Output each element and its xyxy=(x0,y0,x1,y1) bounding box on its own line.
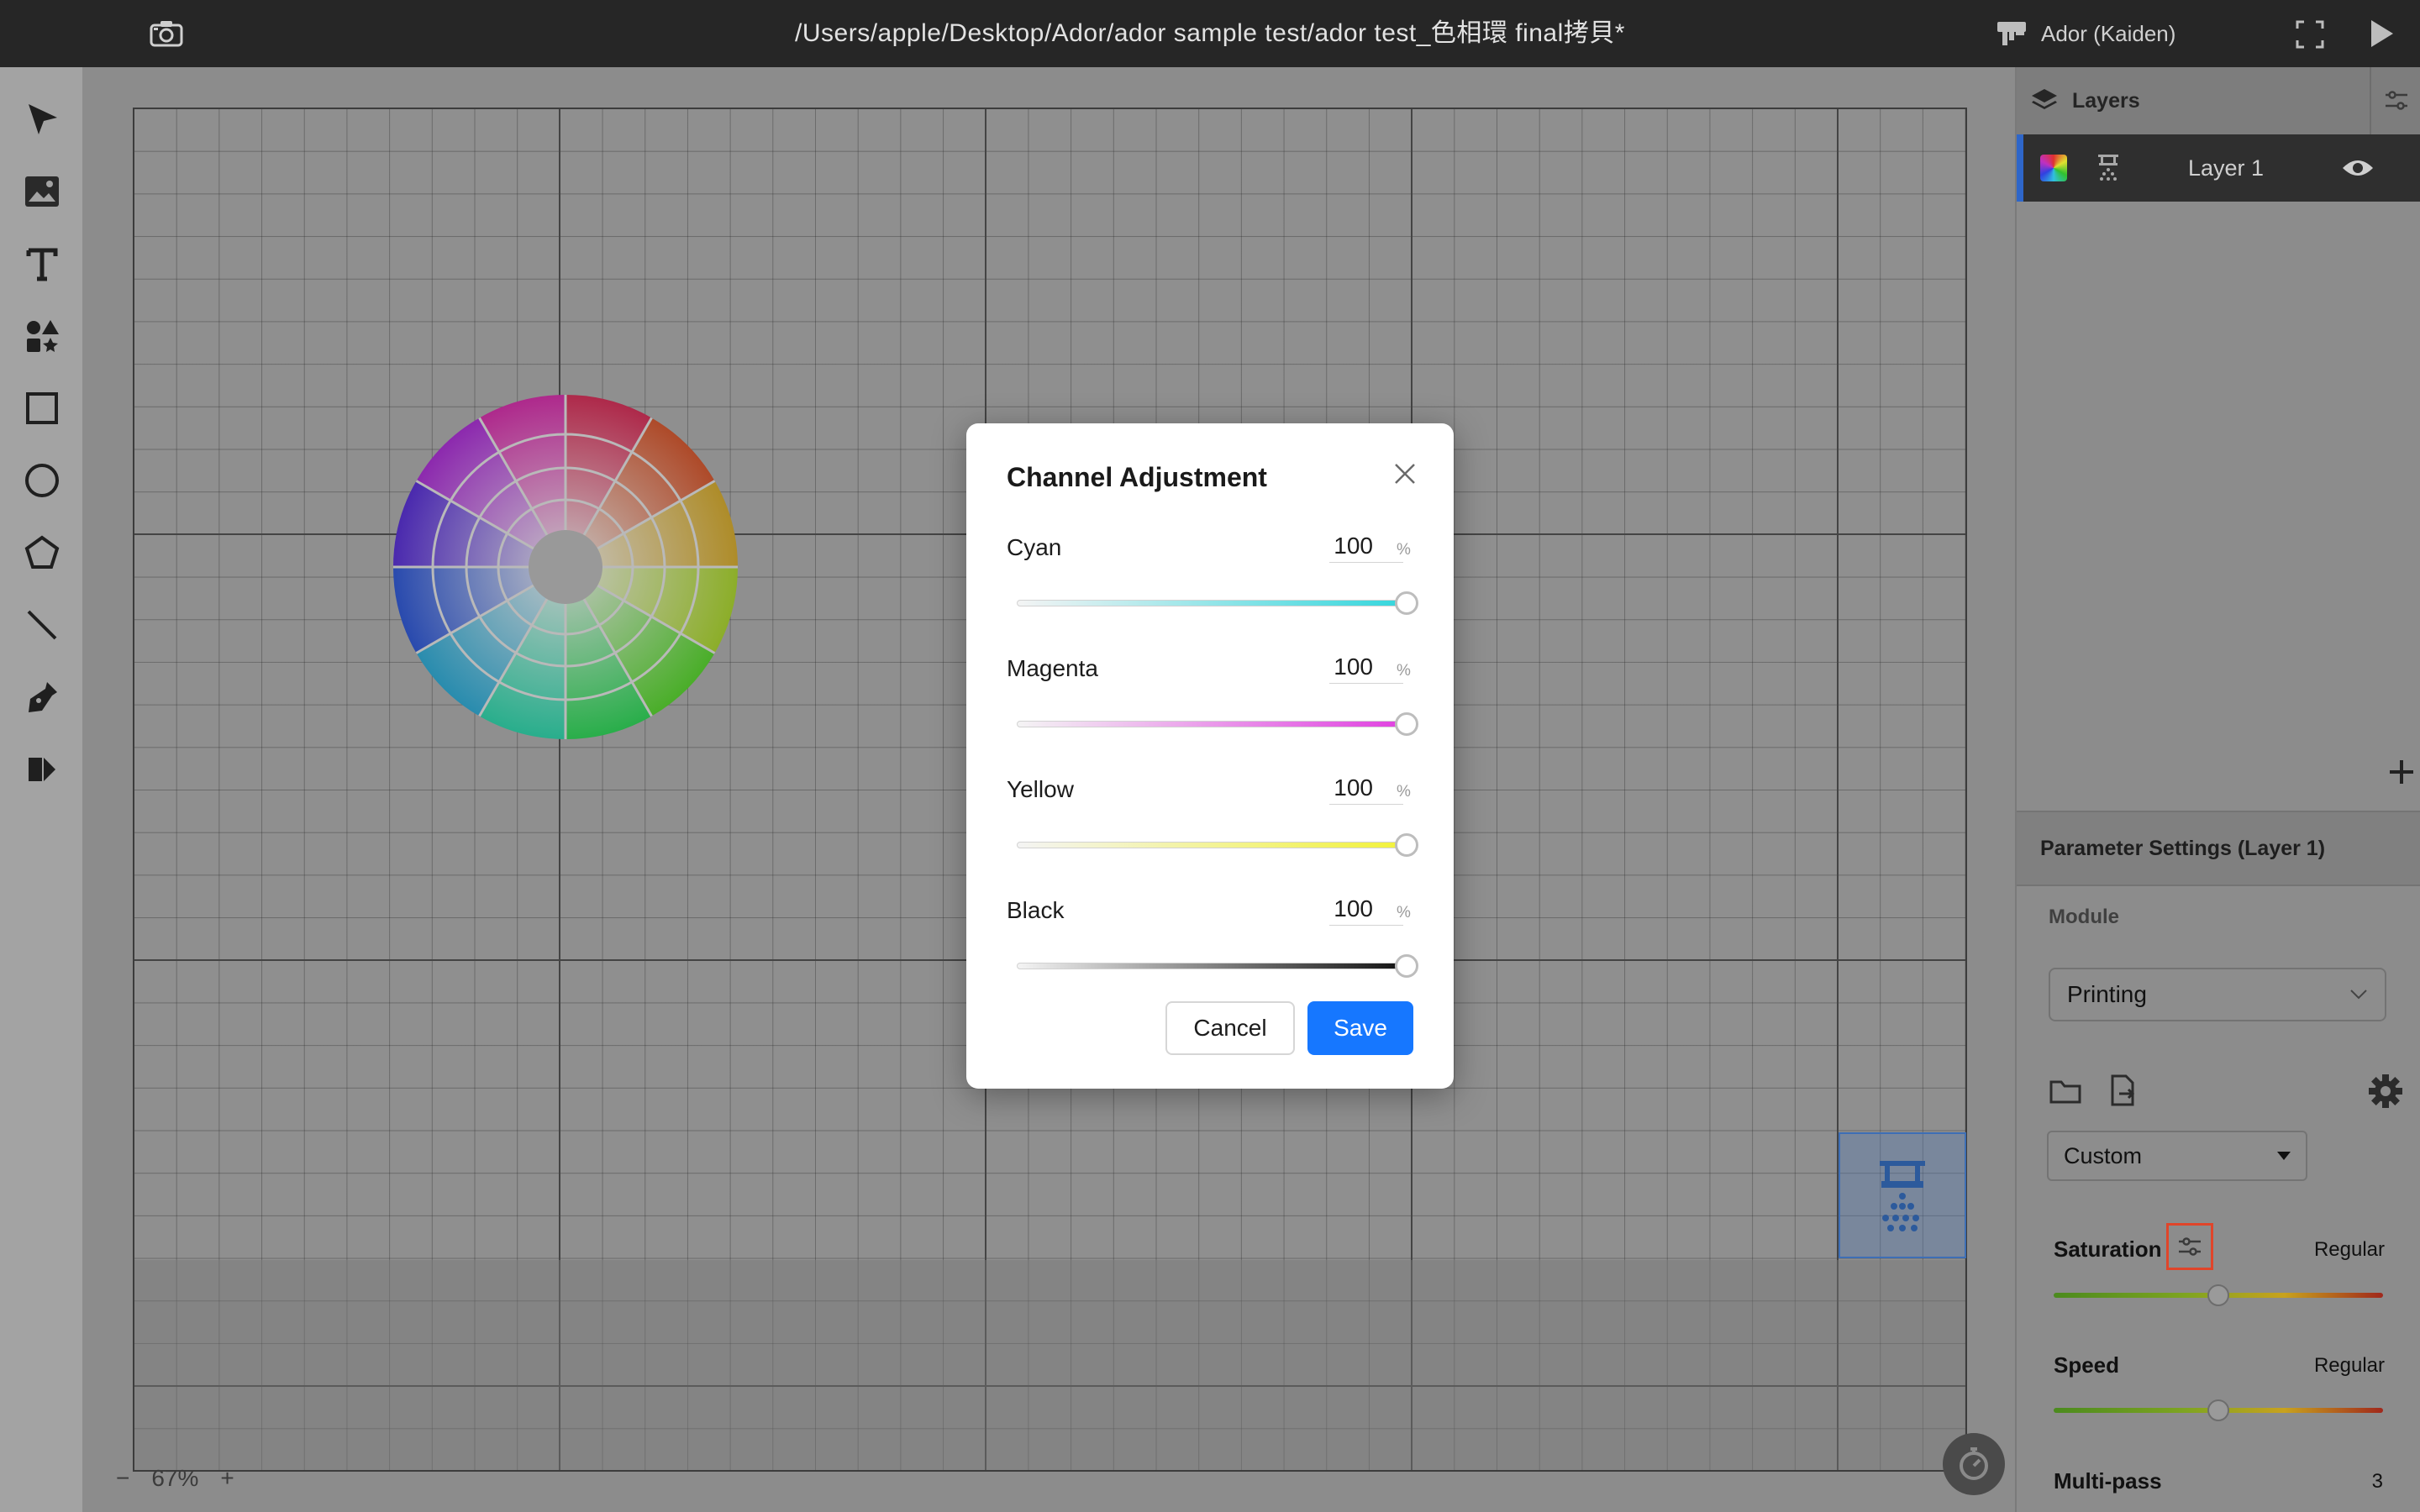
top-bar: /Users/apple/Desktop/Ador/ador sample te… xyxy=(0,0,2420,67)
speed-label: Speed xyxy=(2054,1352,2120,1378)
time-estimate-button[interactable] xyxy=(1943,1433,2005,1495)
chevron-down-icon xyxy=(2350,990,2367,1000)
dialog-title: Channel Adjustment xyxy=(1007,462,1267,492)
cyan-value-input[interactable]: 100 xyxy=(1329,529,1403,563)
layer-settings-icon[interactable] xyxy=(2370,67,2420,134)
layers-icon xyxy=(2032,89,2057,109)
module-label: Module xyxy=(2049,906,2119,928)
zoom-in-button[interactable]: + xyxy=(220,1465,234,1492)
stopwatch-icon xyxy=(1960,1447,1988,1480)
cyan-label: Cyan xyxy=(1007,534,1062,560)
left-toolbar xyxy=(0,67,82,1512)
magenta-value-input[interactable]: 100 xyxy=(1329,650,1403,684)
preset-select[interactable]: Custom xyxy=(2047,1131,2307,1181)
image-tool-icon[interactable] xyxy=(18,168,66,215)
speed-value: Regular xyxy=(2313,1354,2385,1377)
preset-select-value: Custom xyxy=(2064,1142,2143,1168)
text-tool-icon[interactable] xyxy=(18,240,66,287)
channel-adjustment-dialog: Channel Adjustment Cyan 100 % Magenta 10… xyxy=(966,423,1454,1089)
saturation-value: Regular xyxy=(2313,1238,2385,1261)
dmkt-tool-icon[interactable] xyxy=(18,746,66,793)
cyan-slider-thumb[interactable] xyxy=(1395,591,1418,615)
layers-header: Layers xyxy=(2017,67,2420,134)
zoom-level[interactable]: 67% xyxy=(151,1465,198,1492)
multipass-value[interactable]: 3 xyxy=(2353,1470,2383,1494)
module-select-value: Printing xyxy=(2067,981,2147,1007)
work-area-margin xyxy=(134,1260,1965,1470)
black-value-input[interactable]: 100 xyxy=(1329,892,1403,926)
cancel-button[interactable]: Cancel xyxy=(1165,1001,1295,1055)
pen-tool-icon[interactable] xyxy=(18,674,66,721)
add-layer-icon[interactable] xyxy=(2386,754,2417,793)
parameter-settings-header: Parameter Settings (Layer 1) xyxy=(2017,811,2420,886)
layers-title: Layers xyxy=(2072,88,2140,113)
device-selector[interactable]: Ador (Kaiden) xyxy=(1996,15,2175,52)
ellipse-tool-icon[interactable] xyxy=(18,457,66,504)
yellow-label: Yellow xyxy=(1007,776,1074,802)
magenta-slider[interactable] xyxy=(1017,721,1407,727)
fullscreen-icon[interactable] xyxy=(2294,18,2326,50)
yellow-value-input[interactable]: 100 xyxy=(1329,771,1403,805)
close-icon[interactable] xyxy=(1388,457,1422,491)
printhead-icon xyxy=(1880,1161,1925,1231)
caret-down-icon xyxy=(2277,1152,2291,1160)
zoom-control: − 67% + xyxy=(116,1462,234,1495)
black-slider[interactable] xyxy=(1017,963,1407,969)
multipass-label: Multi-pass xyxy=(2054,1468,2162,1494)
line-tool-icon[interactable] xyxy=(18,601,66,648)
export-preset-icon[interactable] xyxy=(2107,1074,2138,1107)
gear-icon[interactable] xyxy=(2368,1074,2403,1109)
layer-row[interactable]: Layer 1 xyxy=(2017,134,2420,202)
save-button[interactable]: Save xyxy=(1307,1001,1413,1055)
yellow-slider-thumb[interactable] xyxy=(1395,833,1418,857)
black-unit: % xyxy=(1397,904,1411,921)
cyan-unit: % xyxy=(1397,541,1411,559)
speed-slider-thumb[interactable] xyxy=(2207,1399,2229,1421)
rectangle-tool-icon[interactable] xyxy=(18,385,66,432)
polygon-tool-icon[interactable] xyxy=(18,529,66,576)
zoom-out-button[interactable]: − xyxy=(116,1465,129,1492)
magenta-slider-thumb[interactable] xyxy=(1395,712,1418,736)
cyan-slider[interactable] xyxy=(1017,600,1407,606)
play-icon[interactable] xyxy=(2365,17,2398,50)
printer-device-icon xyxy=(1997,22,2026,45)
saturation-slider-thumb[interactable] xyxy=(2207,1284,2229,1306)
yellow-slider[interactable] xyxy=(1017,842,1407,848)
device-name: Ador (Kaiden) xyxy=(2041,20,2176,46)
select-tool-icon[interactable] xyxy=(18,96,66,143)
folder-icon[interactable] xyxy=(2049,1075,2082,1105)
element-tool-icon[interactable] xyxy=(18,312,66,360)
saturation-label: Saturation xyxy=(2054,1236,2162,1262)
black-slider-thumb[interactable] xyxy=(1395,954,1418,978)
magenta-label: Magenta xyxy=(1007,655,1098,681)
module-select[interactable]: Printing xyxy=(2049,968,2386,1021)
right-panel: Layers Layer 1 Parameter Settings (Layer… xyxy=(2015,67,2420,1512)
saturation-settings-icon[interactable] xyxy=(2166,1223,2213,1270)
color-wheel-image[interactable] xyxy=(393,395,738,739)
magenta-unit: % xyxy=(1397,662,1411,680)
print-module-indicator[interactable] xyxy=(1839,1132,1966,1258)
eye-icon[interactable] xyxy=(2341,156,2375,180)
yellow-unit: % xyxy=(1397,783,1411,801)
black-label: Black xyxy=(1007,897,1065,923)
